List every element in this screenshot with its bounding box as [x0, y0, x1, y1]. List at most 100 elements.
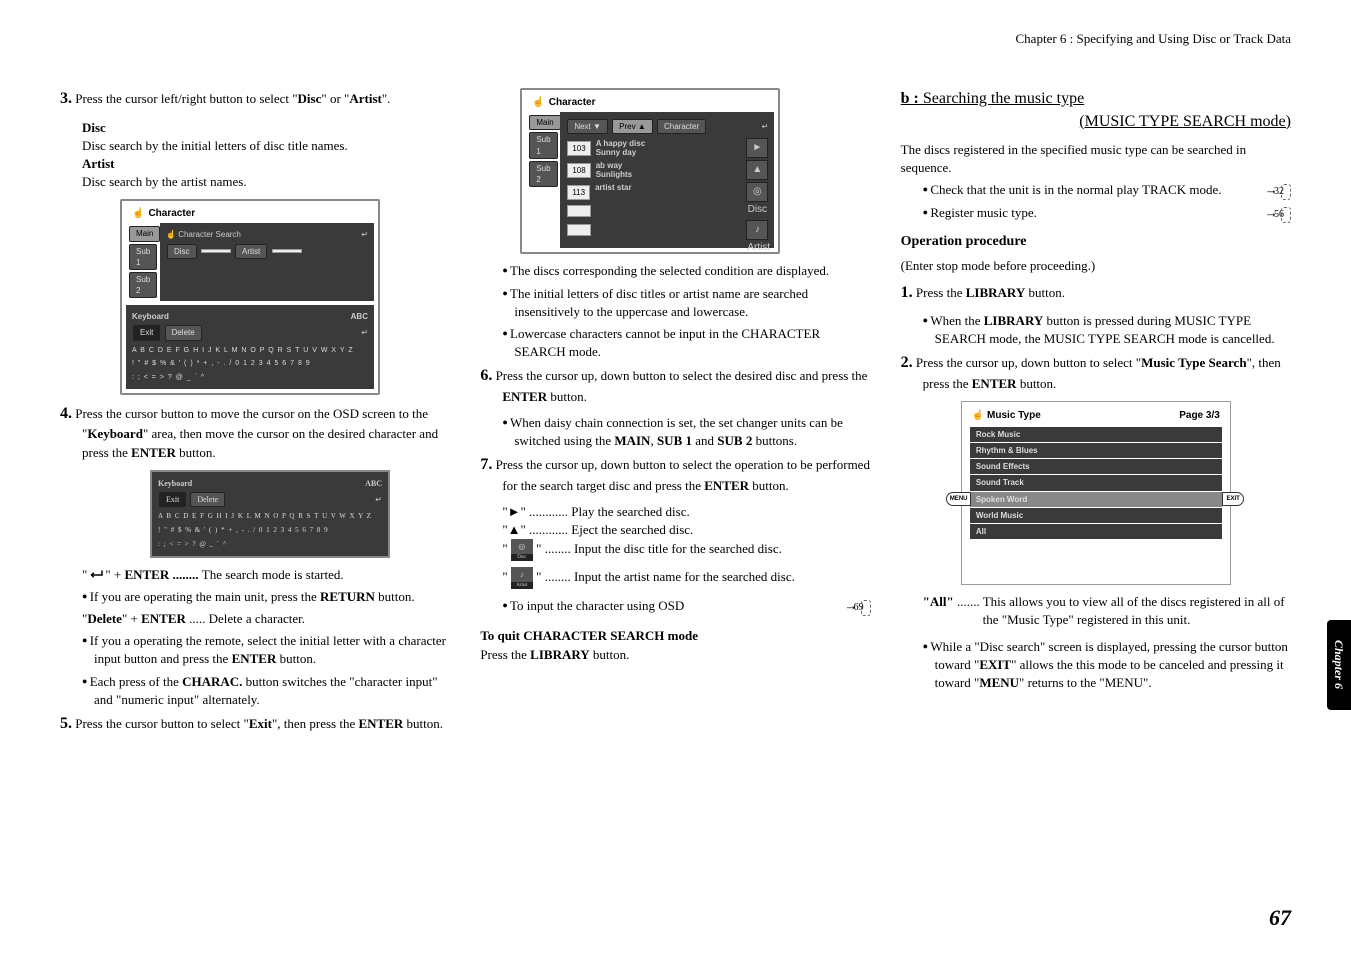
artist-icon[interactable]: ♪Artist: [746, 220, 768, 240]
abc-label-2: ABC: [365, 478, 382, 489]
key-row-3b[interactable]: : ; < = > ? @ _ ` ^: [158, 540, 382, 550]
music-item-rock[interactable]: Rock Music: [970, 427, 1222, 442]
tab-sub2-2[interactable]: Sub 2: [529, 161, 557, 187]
artist-button[interactable]: Artist: [235, 244, 267, 259]
column-2: ☝ Character Main Sub 1 Sub 2 Next ▼ Prev…: [480, 88, 870, 743]
music-item-spoken[interactable]: Spoken Word: [970, 492, 1222, 507]
num-113[interactable]: 113: [567, 185, 590, 200]
menu-button[interactable]: MENU: [946, 492, 972, 506]
step-4-enter: ENTER: [131, 445, 176, 460]
step-3: 3. Press the cursor left/right button to…: [60, 88, 450, 110]
section-b-heading: b : Searching the music type (MUSIC TYPE…: [901, 88, 1291, 133]
keyboard-dialog: Keyboard ABC Exit Delete ↵ A B C D E F G…: [150, 470, 390, 558]
cursor-icon: ☝: [132, 207, 144, 221]
music-item-soundtrack[interactable]: Sound Track: [970, 475, 1222, 490]
bullet-return: If you are operating the main unit, pres…: [94, 588, 450, 606]
bullet-daisy: When daisy chain connection is set, the …: [514, 414, 870, 450]
bullet-library-cancel: When the LIBRARY button is pressed durin…: [935, 312, 1291, 348]
artist-field[interactable]: [272, 249, 302, 253]
character-button[interactable]: Character: [657, 119, 706, 134]
key-row-3[interactable]: : ; < = > ? @ _ ` ^: [132, 373, 368, 383]
eject-line: "▲" ............ Eject the searched disc…: [502, 521, 870, 539]
step-4: 4. Press the cursor button to move the c…: [60, 403, 450, 462]
music-page-label: Page 3/3: [1179, 409, 1220, 423]
music-type-dialog: MENU EXIT ☝ Music Type Page 3/3 Rock Mus…: [961, 401, 1231, 585]
bullet-register: Register music type. → 56: [935, 204, 1291, 222]
delete-button-2[interactable]: Delete: [190, 492, 225, 507]
return-icon[interactable]: ↵: [361, 229, 368, 240]
character-search-dialog: ☝ Character Main Sub 1 Sub 2 ☝ Character…: [120, 199, 380, 395]
prev-button[interactable]: Prev ▲: [612, 119, 653, 134]
step-4-text-c: button.: [176, 445, 216, 460]
bullet-lowercase: Lowercase characters cannot be input in …: [514, 325, 870, 361]
operation-procedure-heading: Operation procedure: [901, 232, 1291, 252]
song-103: A happy discSunny day: [596, 139, 646, 157]
step-3-disc: Disc: [298, 91, 322, 106]
delete-button[interactable]: Delete: [165, 325, 202, 340]
character-result-dialog: ☝ Character Main Sub 1 Sub 2 Next ▼ Prev…: [520, 88, 780, 254]
artist-heading: Artist: [82, 155, 450, 173]
num-108[interactable]: 108: [567, 163, 590, 178]
step-6: 6. Press the cursor up, down button to s…: [480, 365, 870, 406]
bullet-charac: Each press of the CHARAC. button switche…: [94, 673, 450, 709]
disc-heading: Disc: [82, 119, 450, 137]
step-3-text-c: ".: [382, 91, 391, 106]
exit-button-right[interactable]: EXIT: [1222, 492, 1243, 506]
tab-main-2[interactable]: Main: [529, 115, 560, 130]
page-ref-56: 56: [1281, 207, 1291, 223]
dialog-title-2: Character: [549, 96, 596, 110]
step-5-num: 5.: [60, 715, 72, 732]
disc-field[interactable]: [201, 249, 231, 253]
num-103[interactable]: 103: [567, 141, 590, 156]
music-item-sfx[interactable]: Sound Effects: [970, 459, 1222, 474]
step-5: 5. Press the cursor button to select "Ex…: [60, 713, 450, 735]
artist-input-line: " ♪Artist " ........ Input the artist na…: [502, 567, 870, 589]
column-1: 3. Press the cursor left/right button to…: [60, 88, 450, 743]
column-3: b : Searching the music type (MUSIC TYPE…: [901, 88, 1291, 743]
step-3-artist: Artist: [349, 91, 382, 106]
keyboard-label-2: Keyboard: [158, 478, 192, 489]
key-row-2b[interactable]: ! " # $ % & ' ( ) * + , - . / 0 1 2 3 4 …: [158, 526, 382, 536]
step-7: 7. Press the cursor up, down button to s…: [480, 454, 870, 495]
step-3-text-b: " or ": [321, 91, 349, 106]
return-icon-2[interactable]: ↵: [361, 327, 368, 338]
tab-sub1[interactable]: Sub 1: [129, 244, 157, 270]
song-108: ab waySunlights: [596, 161, 632, 179]
dialog-title: Character: [148, 207, 195, 221]
bullet-displayed: The discs corresponding the selected con…: [514, 262, 870, 280]
music-item-rnb[interactable]: Rhythm & Blues: [970, 443, 1222, 458]
step-b2: 2. Press the cursor up, down button to s…: [901, 352, 1291, 393]
eject-icon[interactable]: ▲: [746, 160, 768, 180]
content-columns: 3. Press the cursor left/right button to…: [60, 88, 1291, 743]
bullet-insensitive: The initial letters of disc titles or ar…: [514, 285, 870, 321]
tab-sub2[interactable]: Sub 2: [129, 272, 157, 298]
page-ref-32: 32: [1281, 184, 1291, 200]
dialog-title-row: ☝ Character: [126, 205, 374, 223]
next-button[interactable]: Next ▼: [567, 119, 608, 134]
num-blank-1[interactable]: [567, 205, 591, 217]
tab-main[interactable]: Main: [129, 226, 160, 241]
return-icon-3[interactable]: ↵: [375, 494, 382, 505]
disc-button[interactable]: Disc: [167, 244, 197, 259]
tab-sub1-2[interactable]: Sub 1: [529, 132, 557, 158]
return-icon-4[interactable]: ↵: [762, 121, 769, 132]
disc-input-line: " ◎Disc " ........ Input the disc title …: [502, 539, 870, 561]
disc-text: Disc search by the initial letters of di…: [82, 137, 450, 155]
step-b1: 1. Press the LIBRARY button.: [901, 282, 1291, 304]
exit-button-2[interactable]: Exit: [159, 492, 186, 507]
bullet-remote: If you a operating the remote, select th…: [94, 632, 450, 668]
song-113: artist star: [595, 183, 631, 201]
music-cursor-icon: ☝: [972, 410, 984, 421]
cursor-icon-2: ☝: [532, 96, 544, 110]
key-row-1b[interactable]: A B C D E F G H I J K L M N O P Q R S T …: [158, 512, 382, 522]
num-blank-2[interactable]: [567, 224, 591, 236]
play-icon[interactable]: ►: [746, 138, 768, 158]
key-row-2[interactable]: ! " # $ % & ' ( ) * + , - . / 0 1 2 3 4 …: [132, 359, 368, 369]
music-item-world[interactable]: World Music: [970, 508, 1222, 523]
disc-icon[interactable]: ◎Disc: [746, 182, 768, 202]
all-description: "All" ....... This allows you to view al…: [923, 593, 1291, 629]
exit-button[interactable]: Exit: [133, 325, 160, 340]
section-b-intro: The discs registered in the specified mu…: [901, 141, 1291, 177]
key-row-1[interactable]: A B C D E F G H I J K L M N O P Q R S T …: [132, 346, 368, 356]
music-item-all[interactable]: All: [970, 524, 1222, 539]
